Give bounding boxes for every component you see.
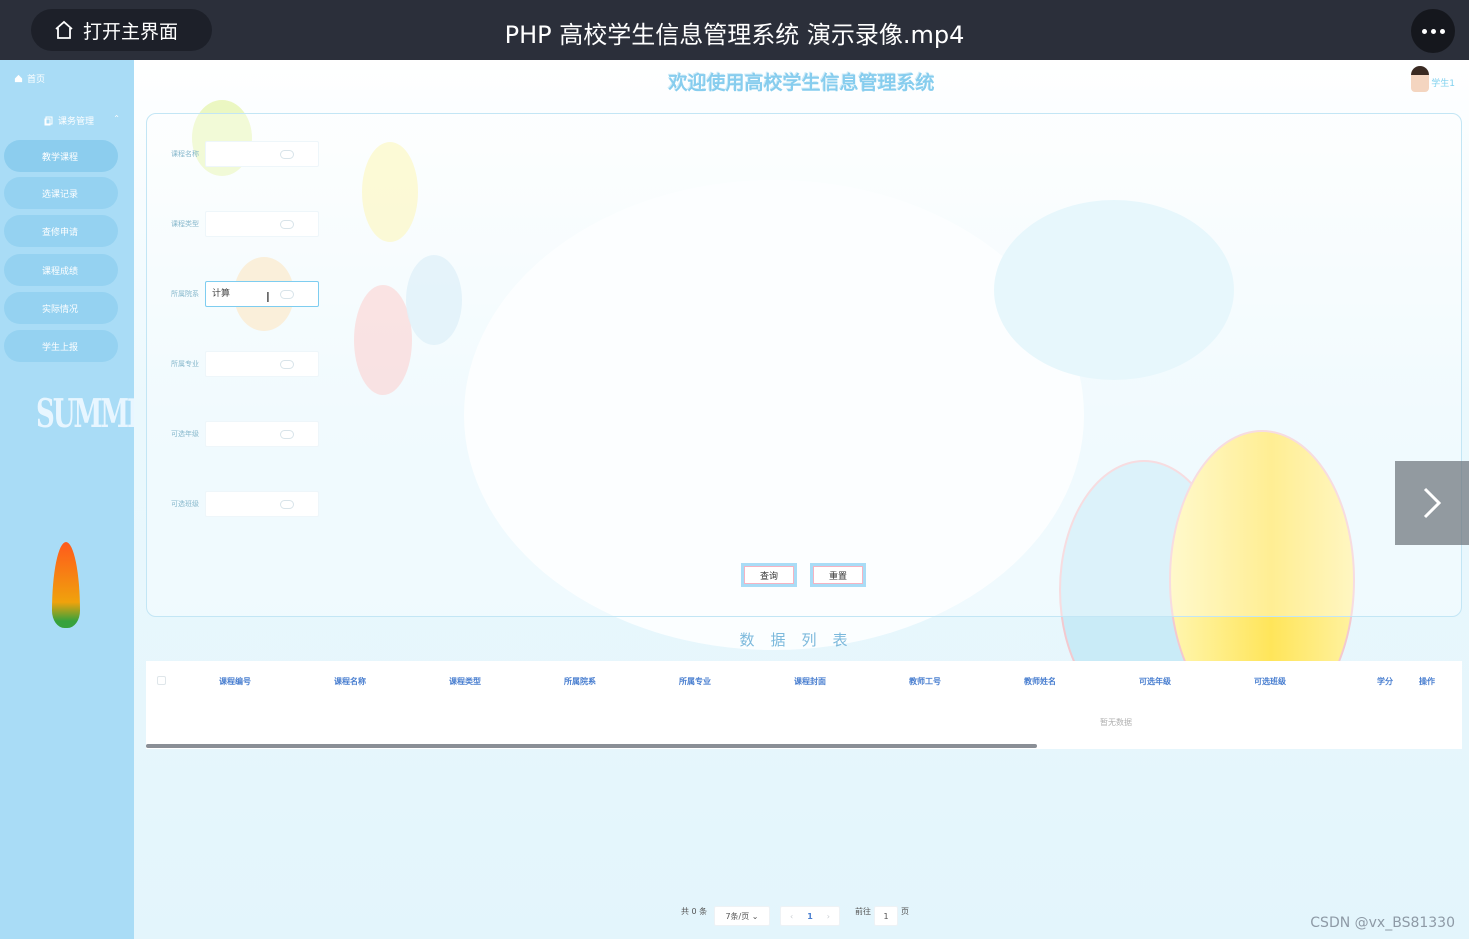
watermelon-popsicle-icon (52, 542, 80, 628)
watermark: CSDN @vx_BS81330 (1310, 915, 1455, 931)
field-label: 课程类型 (171, 220, 199, 228)
cloud-icon (280, 290, 294, 299)
copy-icon (44, 116, 53, 125)
column-header[interactable]: 可选年级 (1139, 676, 1171, 687)
main-content: 欢迎使用高校学生信息管理系统 学生1 课程名称 课程类型 所属院系 计算 I 所属… (134, 60, 1469, 939)
next-page-icon[interactable]: › (827, 912, 830, 921)
sidebar-item-label: 选课记录 (42, 189, 79, 200)
department-input[interactable]: 计算 I (205, 281, 319, 307)
sidebar-item-label: 教学课程 (42, 152, 79, 163)
cloud-icon (280, 220, 294, 229)
sidebar: 首页 课务管理 ⌃ 教学课程 选课记录 查修申请 课程成绩 实际情况 学生上报 … (0, 60, 166, 939)
column-header[interactable]: 所属院系 (564, 676, 596, 687)
user-name[interactable]: 学生1 (1431, 76, 1455, 89)
house-icon (14, 74, 23, 83)
sidebar-group-label: 课务管理 (58, 117, 95, 127)
video-title: PHP 高校学生信息管理系统 演示录像.mp4 (504, 21, 965, 49)
column-header[interactable]: 教师工号 (909, 676, 941, 687)
class-field: 可选班级 (171, 491, 319, 517)
page-title: 欢迎使用高校学生信息管理系统 (668, 72, 935, 94)
data-table: 课程编号 课程名称 课程类型 所属院系 所属专业 课程封面 教师工号 教师姓名 … (146, 661, 1462, 749)
chevron-up-icon: ⌃ (113, 114, 120, 123)
sidebar-item-label: 学生上报 (42, 342, 79, 353)
cloud-icon (280, 150, 294, 159)
column-header[interactable]: 学分 (1377, 676, 1393, 687)
data-list-title: 数据列表 (739, 631, 864, 649)
reset-button[interactable]: 重置 (810, 563, 866, 587)
text-cursor-icon: I (266, 291, 270, 306)
sidebar-item-student-report[interactable]: 学生上报 (4, 330, 118, 362)
sidebar-item-selection-record[interactable]: 选课记录 (4, 177, 118, 209)
class-input[interactable] (205, 491, 319, 517)
sidebar-item-label: 查修申请 (42, 227, 79, 238)
sidebar-item-home[interactable]: 首页 (14, 72, 45, 85)
sidebar-group-course[interactable]: 课务管理 ⌃ (44, 114, 124, 127)
course-name-field: 课程名称 (171, 141, 319, 167)
player-bar: 打开主界面 PHP 高校学生信息管理系统 演示录像.mp4 (0, 0, 1469, 60)
sidebar-item-label: 课程成绩 (42, 266, 79, 277)
horizontal-scrollbar[interactable] (146, 744, 1037, 748)
page-suffix: 页 (901, 907, 909, 916)
column-header[interactable]: 教师姓名 (1024, 676, 1056, 687)
field-label: 可选年级 (171, 430, 199, 438)
sidebar-item-course-grades[interactable]: 课程成绩 (4, 254, 118, 286)
pager-control: ‹ 1 › (780, 906, 840, 926)
pagination-total: 共 0 条 (681, 907, 708, 916)
cloud-icon (280, 430, 294, 439)
sidebar-item-label: 实际情况 (42, 304, 79, 315)
column-header[interactable]: 操作 (1419, 676, 1435, 687)
sidebar-item-retake-application[interactable]: 查修申请 (4, 215, 118, 247)
column-header[interactable]: 可选班级 (1254, 676, 1286, 687)
department-field: 所属院系 计算 I (171, 281, 319, 307)
current-page[interactable]: 1 (807, 912, 813, 921)
course-name-input[interactable] (205, 141, 319, 167)
sidebar-home-label: 首页 (27, 75, 46, 85)
goto-page-input[interactable]: 1 (874, 906, 898, 926)
column-header[interactable]: 课程封面 (794, 676, 826, 687)
course-type-input[interactable] (205, 211, 319, 237)
column-header[interactable]: 课程编号 (219, 676, 251, 687)
column-header[interactable]: 所属专业 (679, 676, 711, 687)
sidebar-item-actual-situation[interactable]: 实际情况 (4, 292, 118, 324)
field-label: 可选班级 (171, 500, 199, 508)
select-all-checkbox[interactable] (157, 676, 166, 685)
search-panel: 课程名称 课程类型 所属院系 计算 I 所属专业 可选年级 可选班级 (146, 113, 1462, 617)
sidebar-item-teaching-course[interactable]: 教学课程 (4, 140, 118, 172)
more-options-button[interactable] (1411, 9, 1455, 53)
grade-input[interactable] (205, 421, 319, 447)
page-size-select[interactable]: 7条/页 ⌄ (714, 906, 770, 926)
more-dots-icon (1421, 28, 1427, 34)
empty-state-text: 暂无数据 (1100, 718, 1132, 727)
column-header[interactable]: 课程名称 (334, 676, 366, 687)
avatar[interactable] (1411, 66, 1429, 92)
field-label: 所属院系 (171, 290, 199, 298)
goto-label: 前往 (855, 907, 871, 916)
field-label: 课程名称 (171, 150, 199, 158)
grade-field: 可选年级 (171, 421, 319, 447)
major-input[interactable] (205, 351, 319, 377)
cloud-icon (280, 360, 294, 369)
query-button[interactable]: 查询 (741, 563, 797, 587)
prev-page-icon[interactable]: ‹ (790, 912, 793, 921)
cloud-icon (280, 500, 294, 509)
major-field: 所属专业 (171, 351, 319, 377)
table-header: 课程编号 课程名称 课程类型 所属院系 所属专业 课程封面 教师工号 教师姓名 … (146, 661, 1462, 701)
chevron-right-icon (1423, 487, 1442, 519)
column-header[interactable]: 课程类型 (449, 676, 481, 687)
course-type-field: 课程类型 (171, 211, 319, 237)
next-slide-button[interactable] (1395, 461, 1469, 545)
field-label: 所属专业 (171, 360, 199, 368)
